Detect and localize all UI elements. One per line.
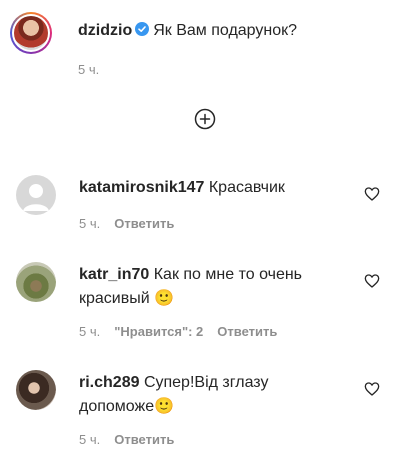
post-username[interactable]: dzidzio (78, 22, 132, 39)
comment-time[interactable]: 5 ч. (79, 432, 100, 447)
comment-meta: 5 ч. Ответить (79, 216, 174, 231)
comment-text: Супер!Від зглазу (143, 374, 269, 391)
comment-text: допоможе🙂 (79, 398, 175, 415)
default-user-icon (23, 184, 49, 211)
reply-button[interactable]: Ответить (114, 432, 174, 447)
reply-button[interactable]: Ответить (114, 216, 174, 231)
post-time[interactable]: 5 ч. (78, 62, 99, 77)
like-button[interactable] (364, 273, 380, 289)
heart-icon (364, 187, 380, 201)
comment-body: katamirosnik147 Красавчик (79, 176, 285, 200)
post-caption: dzidzio Як Вам подарунок? (78, 22, 297, 40)
verified-badge-icon (135, 22, 150, 36)
comment-time[interactable]: 5 ч. (79, 216, 100, 231)
comment-time[interactable]: 5 ч. (79, 324, 100, 339)
heart-icon (364, 274, 380, 288)
comment-body: katr_in70 Как по мне то очень красивый 🙂 (79, 263, 359, 311)
comment-text: Как по мне то очень (153, 266, 303, 283)
comment-avatar[interactable] (16, 370, 56, 410)
comment-meta: 5 ч. Ответить (79, 432, 174, 447)
post-avatar[interactable] (10, 12, 52, 54)
comment-text: Красавчик (208, 179, 285, 196)
comment-body: ri.ch289 Супер!Від зглазу допоможе🙂 (79, 371, 359, 419)
reply-button[interactable]: Ответить (217, 324, 277, 339)
likes-count[interactable]: "Нравится": 2 (114, 324, 203, 339)
plus-circle-icon (194, 108, 216, 130)
comment-text: красивый 🙂 (79, 290, 175, 307)
comment-username[interactable]: katr_in70 (79, 266, 149, 283)
heart-icon (364, 382, 380, 396)
like-button[interactable] (364, 186, 380, 202)
load-more-comments-button[interactable] (194, 108, 216, 130)
comment-username[interactable]: ri.ch289 (79, 374, 139, 391)
caption-text: Як Вам подарунок? (153, 22, 298, 39)
comment-username[interactable]: katamirosnik147 (79, 179, 204, 196)
post-meta: 5 ч. (78, 62, 99, 77)
comment-avatar[interactable] (16, 262, 56, 302)
like-button[interactable] (364, 381, 380, 397)
comment-meta: 5 ч. "Нравится": 2 Ответить (79, 324, 277, 339)
comment-avatar[interactable] (16, 175, 56, 215)
